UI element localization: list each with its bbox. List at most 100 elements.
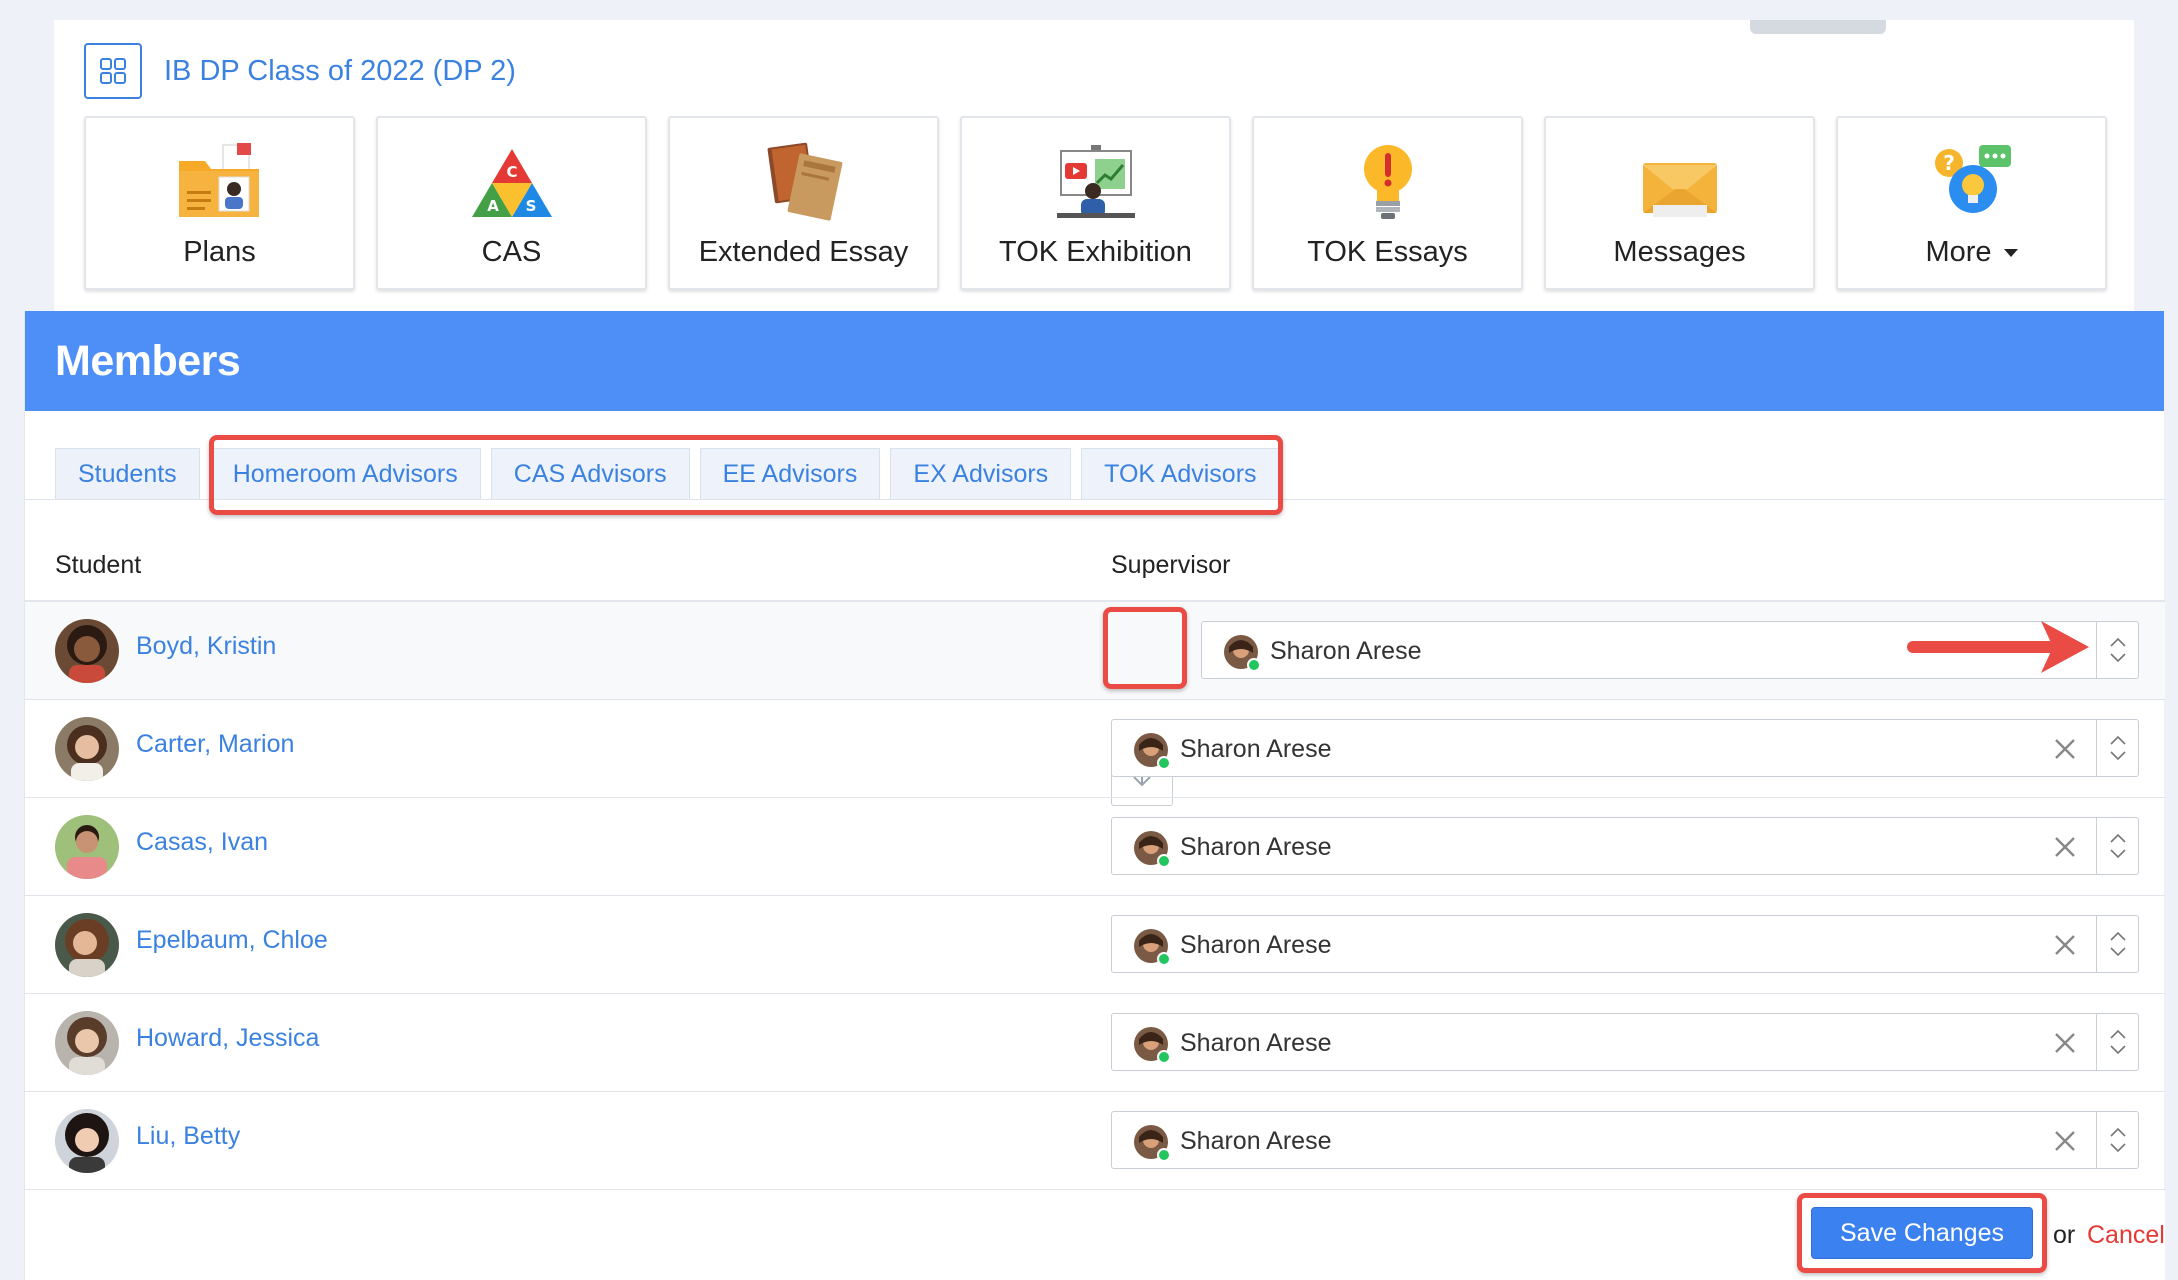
save-changes-button[interactable]: Save Changes <box>1811 1207 2033 1259</box>
search-tab[interactable] <box>1750 20 1886 34</box>
members-title: Members <box>55 336 241 385</box>
table-row: Carter, Marion Sharon Arese <box>25 700 2165 798</box>
student-name-link[interactable]: Boyd, Kristin <box>136 632 276 661</box>
avatar <box>55 815 119 879</box>
tile-label: TOK Essays <box>1307 236 1468 268</box>
supervisor-avatar <box>1134 1027 1171 1064</box>
chevron-up-icon <box>2109 1128 2126 1137</box>
supervisor-select[interactable]: Sharon Arese <box>1111 1111 2139 1169</box>
svg-text:A: A <box>487 197 499 215</box>
tile-tok-essays[interactable]: TOK Essays <box>1252 116 1523 290</box>
select-stepper[interactable] <box>2096 622 2138 678</box>
tile-label: CAS <box>481 236 542 268</box>
avatar <box>55 1109 119 1173</box>
table-row: Epelbaum, Chloe Sharon Arese <box>25 896 2165 994</box>
tile-tok-exhibition[interactable]: TOK Exhibition <box>960 116 1231 290</box>
column-header-student: Student <box>55 551 142 579</box>
class-title-row: IB DP Class of 2022 (DP 2) <box>84 42 516 100</box>
class-card: IB DP Class of 2022 (DP 2) Plans C A S C… <box>54 20 2134 312</box>
student-name-link[interactable]: Carter, Marion <box>136 730 294 759</box>
lightbulb-icon <box>1340 136 1436 226</box>
class-title[interactable]: IB DP Class of 2022 (DP 2) <box>164 55 516 88</box>
table-row: Howard, Jessica Sharon Arese <box>25 994 2165 1092</box>
members-header: Members <box>25 311 2164 411</box>
column-header-supervisor: Supervisor <box>1111 551 1231 579</box>
chevron-up-icon <box>2109 1030 2126 1039</box>
table-row: Boyd, Kristin Sharon Arese <box>25 602 2165 806</box>
table-row: Liu, Betty Sharon Arese <box>25 1092 2165 1190</box>
presentation-icon <box>1048 136 1144 226</box>
copy-button-highlight-annotation <box>1103 607 1187 689</box>
clear-button[interactable] <box>2050 1126 2080 1156</box>
student-name-link[interactable]: Casas, Ivan <box>136 828 268 857</box>
chevron-down-icon <box>2109 1143 2126 1152</box>
arrow-right-annotation-icon <box>1905 615 2091 684</box>
clear-button[interactable] <box>2050 930 2080 960</box>
avatar <box>55 619 119 683</box>
student-name-link[interactable]: Liu, Betty <box>136 1122 240 1151</box>
chevron-down-icon <box>2109 653 2126 662</box>
student-name-link[interactable]: Epelbaum, Chloe <box>136 926 328 955</box>
members-panel: Members Students Homeroom Advisors CAS A… <box>24 311 2165 1280</box>
grid-icon <box>100 58 126 84</box>
supervisor-select[interactable]: Sharon Arese <box>1111 1013 2139 1071</box>
chevron-up-icon <box>2109 834 2126 843</box>
folder-person-icon <box>172 136 268 226</box>
select-stepper[interactable] <box>2096 916 2138 972</box>
or-text: or <box>2053 1221 2076 1249</box>
supervisor-avatar <box>1134 1125 1171 1162</box>
supervisor-avatar <box>1134 929 1171 966</box>
supervisor-select[interactable]: Sharon Arese <box>1111 817 2139 875</box>
avatar <box>55 1011 119 1075</box>
supervisor-value: Sharon Arese <box>1180 735 1332 763</box>
student-name-link[interactable]: Howard, Jessica <box>136 1024 319 1053</box>
clear-button[interactable] <box>2050 1028 2080 1058</box>
select-stepper[interactable] <box>2096 720 2138 776</box>
supervisor-avatar <box>1134 733 1171 770</box>
table-row: Casas, Ivan Sharon Arese <box>25 798 2165 896</box>
tile-extended-essay[interactable]: Extended Essay <box>668 116 939 290</box>
envelope-icon <box>1632 136 1728 226</box>
chevron-down-icon <box>2109 751 2126 760</box>
tile-more-dropdown[interactable]: ? More <box>1836 116 2107 290</box>
supervisor-value: Sharon Arese <box>1180 833 1332 861</box>
tile-label: More <box>1925 236 1992 268</box>
avatar <box>55 913 119 977</box>
grid-menu-button[interactable] <box>84 43 142 99</box>
tile-cas[interactable]: C A S CAS <box>376 116 647 290</box>
caret-down-icon <box>2003 248 2018 257</box>
tile-label: Plans <box>183 236 256 268</box>
tabs-highlight-annotation <box>209 435 1283 515</box>
module-tiles: Plans C A S CAS Extended Essay TOK Exhib… <box>84 116 2107 290</box>
select-stepper[interactable] <box>2096 1014 2138 1070</box>
chevron-up-icon <box>2109 736 2126 745</box>
chevron-down-icon <box>2109 1045 2126 1054</box>
tile-plans[interactable]: Plans <box>84 116 355 290</box>
tab-students[interactable]: Students <box>55 448 200 500</box>
avatar <box>55 717 119 781</box>
close-icon <box>2055 739 2075 759</box>
supervisor-value: Sharon Arese <box>1180 1127 1332 1155</box>
close-icon <box>2055 1033 2075 1053</box>
chevron-down-icon <box>2109 849 2126 858</box>
supervisor-avatar <box>1224 635 1261 672</box>
supervisor-select[interactable]: Sharon Arese <box>1111 719 2139 777</box>
supervisor-value: Sharon Arese <box>1270 637 1422 665</box>
supervisor-avatar <box>1134 831 1171 868</box>
help-chat-icon: ? <box>1924 136 2020 226</box>
supervisor-select[interactable]: Sharon Arese <box>1111 915 2139 973</box>
books-icon <box>756 136 852 226</box>
clear-button[interactable] <box>2050 734 2080 764</box>
tile-label: TOK Exhibition <box>999 236 1192 268</box>
close-icon <box>2055 935 2075 955</box>
cancel-link[interactable]: Cancel <box>2087 1221 2165 1250</box>
svg-text:S: S <box>525 197 536 215</box>
clear-button[interactable] <box>2050 832 2080 862</box>
cas-triangle-icon: C A S <box>464 136 560 226</box>
chevron-up-icon <box>2109 932 2126 941</box>
chevron-down-icon <box>2109 947 2126 956</box>
tile-messages[interactable]: Messages <box>1544 116 1815 290</box>
close-icon <box>2055 1131 2075 1151</box>
select-stepper[interactable] <box>2096 1112 2138 1168</box>
select-stepper[interactable] <box>2096 818 2138 874</box>
